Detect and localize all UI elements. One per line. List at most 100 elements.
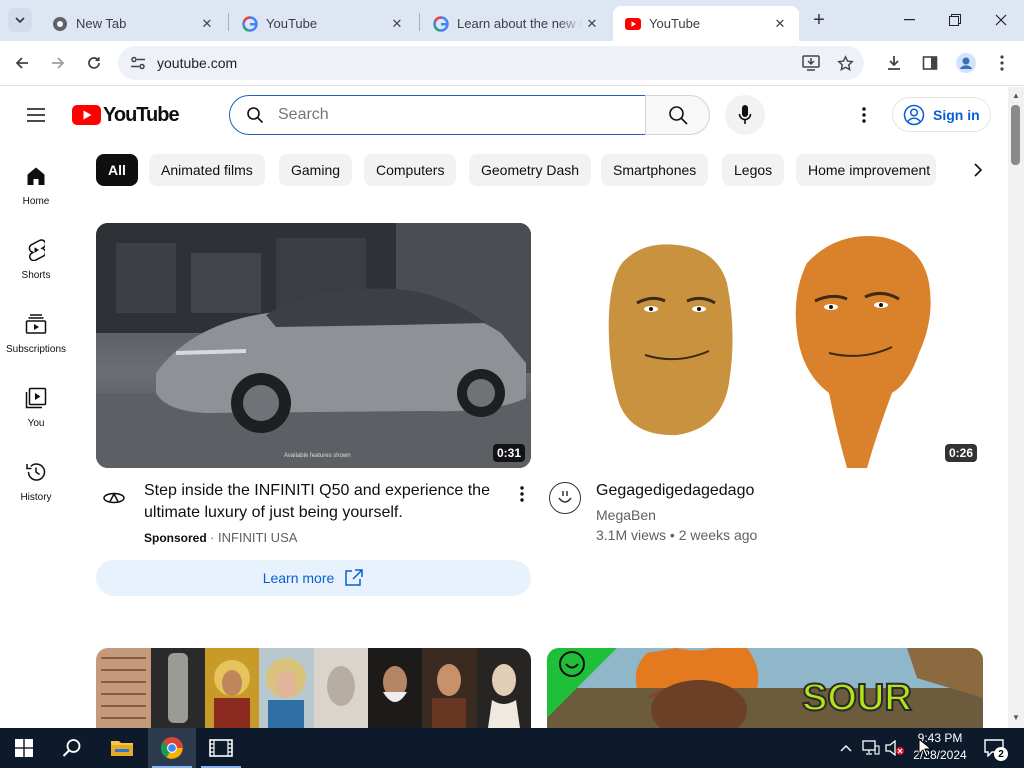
video-thumbnail-historical-figures[interactable]	[96, 648, 531, 728]
chips-next-button[interactable]	[962, 154, 994, 186]
network-button[interactable]	[860, 738, 882, 758]
tab-divider	[419, 13, 420, 31]
url-text[interactable]: youtube.com	[157, 55, 237, 71]
microphone-icon	[738, 105, 752, 124]
hamburger-menu-icon	[27, 108, 45, 122]
scroll-down-icon[interactable]: ▼	[1012, 713, 1020, 722]
browser-toolbar: youtube.com	[0, 41, 1024, 86]
guide-menu-button[interactable]	[24, 103, 48, 127]
advertiser-name[interactable]: INFINITI USA	[218, 530, 297, 545]
tab-learn-google[interactable]: Learn about the new G ✕	[421, 6, 611, 41]
nav-you[interactable]: You	[0, 374, 72, 444]
forward-button[interactable]	[44, 49, 72, 77]
volume-button[interactable]	[884, 738, 906, 758]
close-tab-icon[interactable]: ✕	[771, 15, 789, 33]
infiniti-logo[interactable]	[102, 486, 126, 510]
close-icon	[995, 14, 1007, 26]
chip-home-improvement[interactable]: Home improvement	[796, 154, 936, 186]
more-vertical-icon	[520, 486, 524, 502]
page-scrollbar[interactable]: ▲ ▼	[1008, 87, 1024, 728]
show-hidden-icons-button[interactable]	[836, 738, 856, 758]
history-icon	[24, 460, 48, 484]
taskbar-search-button[interactable]	[48, 728, 96, 768]
chip-animated-films[interactable]: Animated films	[149, 154, 265, 186]
voice-search-button[interactable]	[725, 95, 765, 135]
downloads-button[interactable]	[880, 49, 908, 77]
action-center-button[interactable]: 2	[976, 734, 1012, 762]
ad-menu-button[interactable]	[510, 482, 534, 506]
network-icon	[862, 740, 880, 755]
video-thumbnail[interactable]: 0:26	[547, 223, 983, 468]
video-title[interactable]: Gegagedigedagedago	[596, 480, 956, 502]
browser-menu-button[interactable]	[988, 49, 1016, 77]
video-thumbnail-sour-patch[interactable]: SOUR	[547, 648, 983, 728]
duration-badge: 0:31	[492, 444, 525, 462]
back-button[interactable]	[8, 49, 36, 77]
ad-meta: Sponsored · INFINITI USA	[144, 530, 298, 545]
tab-new-tab[interactable]: New Tab ✕	[40, 6, 226, 41]
settings-menu-button[interactable]	[852, 103, 876, 127]
chip-smartphones[interactable]: Smartphones	[601, 154, 709, 186]
youtube-logo[interactable]: YouTube	[72, 104, 180, 126]
close-window-button[interactable]	[986, 8, 1016, 32]
channel-avatar[interactable]	[549, 482, 581, 514]
svg-text:SOUR: SOUR	[802, 677, 912, 719]
profile-button[interactable]	[952, 49, 980, 77]
scrollbar-thumb[interactable]	[1011, 105, 1020, 165]
channel-name[interactable]: MegaBen	[596, 507, 656, 523]
start-button[interactable]	[0, 728, 48, 768]
account-circle-icon	[903, 104, 925, 125]
reload-button[interactable]	[80, 49, 108, 77]
side-panel-button[interactable]	[916, 49, 944, 77]
chip-legos[interactable]: Legos	[722, 154, 785, 186]
nugget-thumbnail-image	[608, 236, 931, 468]
chip-all[interactable]: All	[96, 154, 138, 186]
reload-icon	[88, 57, 100, 69]
more-vertical-icon	[1000, 55, 1004, 71]
minimize-button[interactable]	[894, 8, 924, 32]
close-tab-icon[interactable]: ✕	[388, 15, 406, 33]
nav-home[interactable]: Home	[0, 152, 72, 222]
install-app-icon[interactable]	[800, 53, 822, 73]
chip-geometry-dash[interactable]: Geometry Dash	[469, 154, 592, 186]
smiley-avatar-icon	[558, 491, 572, 503]
shorts-icon	[24, 238, 48, 262]
chevron-down-icon	[15, 17, 25, 23]
search-input[interactable]	[278, 96, 638, 134]
tab-title: YouTube	[649, 16, 701, 31]
nav-subscriptions[interactable]: Subscriptions	[0, 300, 72, 370]
file-explorer-button[interactable]	[98, 728, 146, 768]
nav-shorts[interactable]: Shorts	[0, 226, 72, 296]
video-app-button[interactable]	[197, 728, 245, 768]
learn-more-button[interactable]: Learn more	[96, 560, 531, 596]
tab-divider	[228, 13, 229, 31]
site-info-icon[interactable]	[128, 53, 148, 73]
film-icon	[209, 739, 233, 757]
sign-in-label: Sign in	[933, 106, 980, 123]
video-stats: 3.1M views • 2 weeks ago	[596, 527, 758, 543]
ad-title[interactable]: Step inside the INFINITI Q50 and experie…	[144, 480, 504, 524]
tab-youtube-active[interactable]: YouTube ✕	[613, 6, 799, 41]
bookmark-star-icon[interactable]	[834, 53, 856, 73]
search-icon	[246, 106, 266, 126]
scroll-up-icon[interactable]: ▲	[1012, 91, 1020, 100]
search-box[interactable]	[229, 95, 646, 135]
youtube-logo-icon	[72, 105, 101, 125]
chip-computers[interactable]: Computers	[364, 154, 457, 186]
sponsored-label: Sponsored	[144, 531, 207, 545]
tab-youtube-1[interactable]: YouTube ✕	[230, 6, 416, 41]
close-tab-icon[interactable]: ✕	[583, 15, 601, 33]
chip-gaming[interactable]: Gaming	[279, 154, 353, 186]
tab-search-button[interactable]	[8, 8, 32, 32]
chrome-taskbar-button[interactable]	[148, 728, 196, 768]
address-bar[interactable]: youtube.com	[118, 46, 864, 80]
close-tab-icon[interactable]: ✕	[198, 15, 216, 33]
nav-label: Subscriptions	[5, 344, 67, 355]
restore-button[interactable]	[940, 8, 970, 32]
folder-icon	[111, 741, 133, 756]
ad-thumbnail[interactable]: Available features shown 0:31	[96, 223, 531, 468]
sign-in-button[interactable]: Sign in	[892, 97, 991, 132]
new-tab-button[interactable]: +	[808, 9, 830, 31]
search-button[interactable]	[645, 95, 710, 135]
nav-history[interactable]: History	[0, 448, 72, 518]
